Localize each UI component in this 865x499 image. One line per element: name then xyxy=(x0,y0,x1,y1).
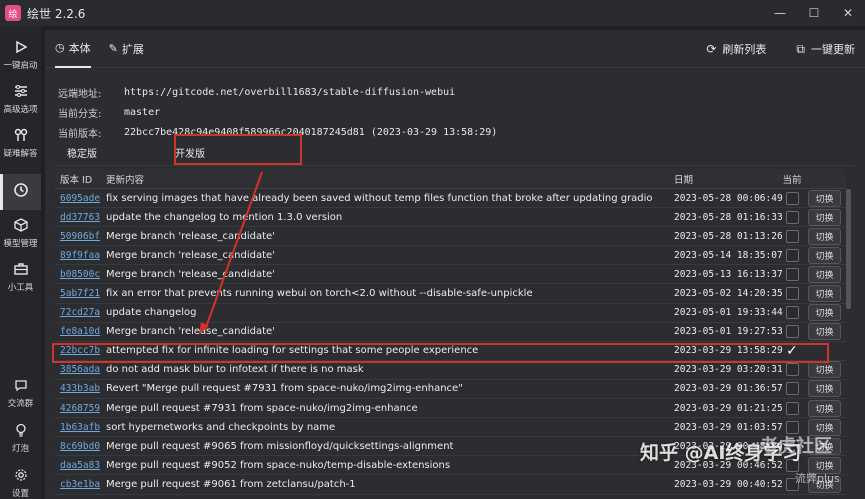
watermark-text: 知乎 @AI终身学习 xyxy=(640,442,802,464)
annotation-arrow xyxy=(199,171,263,334)
watermark-sub: 流弊plus xyxy=(795,472,840,485)
